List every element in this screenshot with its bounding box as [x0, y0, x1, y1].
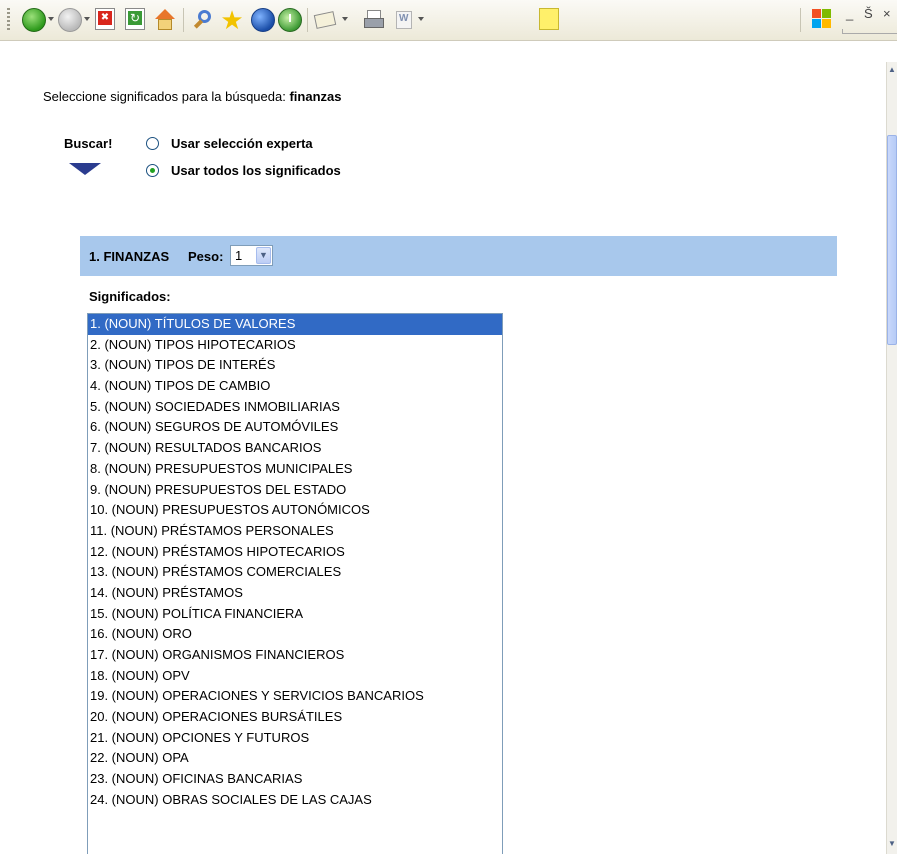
peso-select[interactable]: 1 ▼ [230, 245, 273, 266]
buscar-arrow-icon[interactable] [69, 163, 101, 175]
intro-label: Seleccione significados para la búsqueda… [43, 89, 290, 104]
list-item[interactable]: 20. (NOUN) OPERACIONES BURSÁTILES [88, 707, 502, 728]
edit-dropdown-icon[interactable] [418, 17, 424, 21]
option-expert-selection[interactable]: Usar selección experta [146, 136, 313, 151]
mail-dropdown-icon[interactable] [342, 17, 348, 21]
mail-icon[interactable] [314, 8, 338, 32]
list-item[interactable]: 5. (NOUN) SOCIEDADES INMOBILIARIAS [88, 397, 502, 418]
option-all-label: Usar todos los significados [171, 163, 341, 178]
list-item[interactable]: 11. (NOUN) PRÉSTAMOS PERSONALES [88, 521, 502, 542]
minimize-button[interactable]: _ [846, 6, 853, 21]
list-item[interactable]: 16. (NOUN) ORO [88, 624, 502, 645]
note-icon[interactable] [539, 8, 559, 30]
windows-logo-icon [812, 9, 832, 29]
scroll-down-icon[interactable]: ▼ [888, 840, 896, 848]
toolbar-grip[interactable] [7, 8, 10, 32]
section-title: 1. FINANZAS [89, 249, 170, 264]
option-expert-label: Usar selección experta [171, 136, 313, 151]
list-item[interactable]: 17. (NOUN) ORGANISMOS FINANCIEROS [88, 645, 502, 666]
list-item[interactable]: 12. (NOUN) PRÉSTAMOS HIPOTECARIOS [88, 542, 502, 563]
word-icon[interactable] [396, 11, 412, 29]
intro-text: Seleccione significados para la búsqueda… [43, 89, 341, 104]
printer-icon[interactable] [362, 8, 386, 32]
scroll-up-icon[interactable]: ▲ [888, 66, 896, 74]
list-item[interactable]: 22. (NOUN) OPA [88, 748, 502, 769]
list-item[interactable]: 10. (NOUN) PRESUPUESTOS AUTONÓMICOS [88, 500, 502, 521]
back-dropdown-icon[interactable] [48, 17, 54, 21]
home-icon[interactable] [153, 8, 177, 32]
meanings-listbox[interactable]: 1. (NOUN) TÍTULOS DE VALORES 2. (NOUN) TI… [87, 313, 503, 854]
radio-expert[interactable] [146, 137, 159, 150]
list-item[interactable]: 8. (NOUN) PRESUPUESTOS MUNICIPALES [88, 459, 502, 480]
search-icon[interactable] [192, 8, 216, 32]
history-icon[interactable] [278, 8, 302, 32]
peso-label: Peso: [188, 249, 224, 264]
list-item[interactable]: 18. (NOUN) OPV [88, 666, 502, 687]
radio-all-meanings[interactable] [146, 164, 159, 177]
section-header: 1. FINANZAS Peso: 1 ▼ [80, 236, 837, 276]
media-icon[interactable] [251, 8, 275, 32]
back-arrow-icon[interactable] [22, 8, 46, 32]
forward-arrow-icon[interactable] [58, 8, 82, 32]
list-item[interactable]: 7. (NOUN) RESULTADOS BANCARIOS [88, 438, 502, 459]
refresh-icon[interactable] [125, 8, 145, 30]
list-item[interactable]: 2. (NOUN) TIPOS HIPOTECARIOS [88, 335, 502, 356]
forward-dropdown-icon[interactable] [84, 17, 90, 21]
scrollbar-thumb[interactable] [887, 135, 897, 345]
restore-button[interactable]: Š [864, 6, 873, 21]
window-divider [842, 29, 897, 34]
list-item[interactable]: 23. (NOUN) OFICINAS BANCARIAS [88, 769, 502, 790]
list-item[interactable]: 3. (NOUN) TIPOS DE INTERÉS [88, 355, 502, 376]
toolbar-separator [800, 8, 801, 32]
list-item[interactable]: 1. (NOUN) TÍTULOS DE VALORES [88, 314, 502, 335]
toolbar-separator [307, 8, 308, 32]
option-all-meanings[interactable]: Usar todos los significados [146, 163, 341, 178]
toolbar-separator [183, 8, 184, 32]
list-item[interactable]: 4. (NOUN) TIPOS DE CAMBIO [88, 376, 502, 397]
stop-icon[interactable] [95, 8, 115, 30]
star-icon[interactable]: ★ [220, 7, 244, 33]
list-item[interactable]: 13. (NOUN) PRÉSTAMOS COMERCIALES [88, 562, 502, 583]
peso-value: 1 [235, 248, 243, 263]
list-item[interactable]: 6. (NOUN) SEGUROS DE AUTOMÓVILES [88, 417, 502, 438]
buscar-label[interactable]: Buscar! [64, 136, 112, 151]
chevron-down-icon[interactable]: ▼ [256, 247, 271, 264]
search-query: finanzas [289, 89, 342, 104]
browser-toolbar: ★ _ Š × [0, 0, 897, 41]
list-item[interactable]: 14. (NOUN) PRÉSTAMOS [88, 583, 502, 604]
list-item[interactable]: 19. (NOUN) OPERACIONES Y SERVICIOS BANCA… [88, 686, 502, 707]
list-item[interactable]: 24. (NOUN) OBRAS SOCIALES DE LAS CAJAS [88, 790, 502, 811]
list-item[interactable]: 15. (NOUN) POLÍTICA FINANCIERA [88, 604, 502, 625]
list-item[interactable]: 21. (NOUN) OPCIONES Y FUTUROS [88, 728, 502, 749]
significados-label: Significados: [89, 289, 171, 304]
list-item[interactable]: 9. (NOUN) PRESUPUESTOS DEL ESTADO [88, 480, 502, 501]
close-button[interactable]: × [883, 6, 891, 21]
